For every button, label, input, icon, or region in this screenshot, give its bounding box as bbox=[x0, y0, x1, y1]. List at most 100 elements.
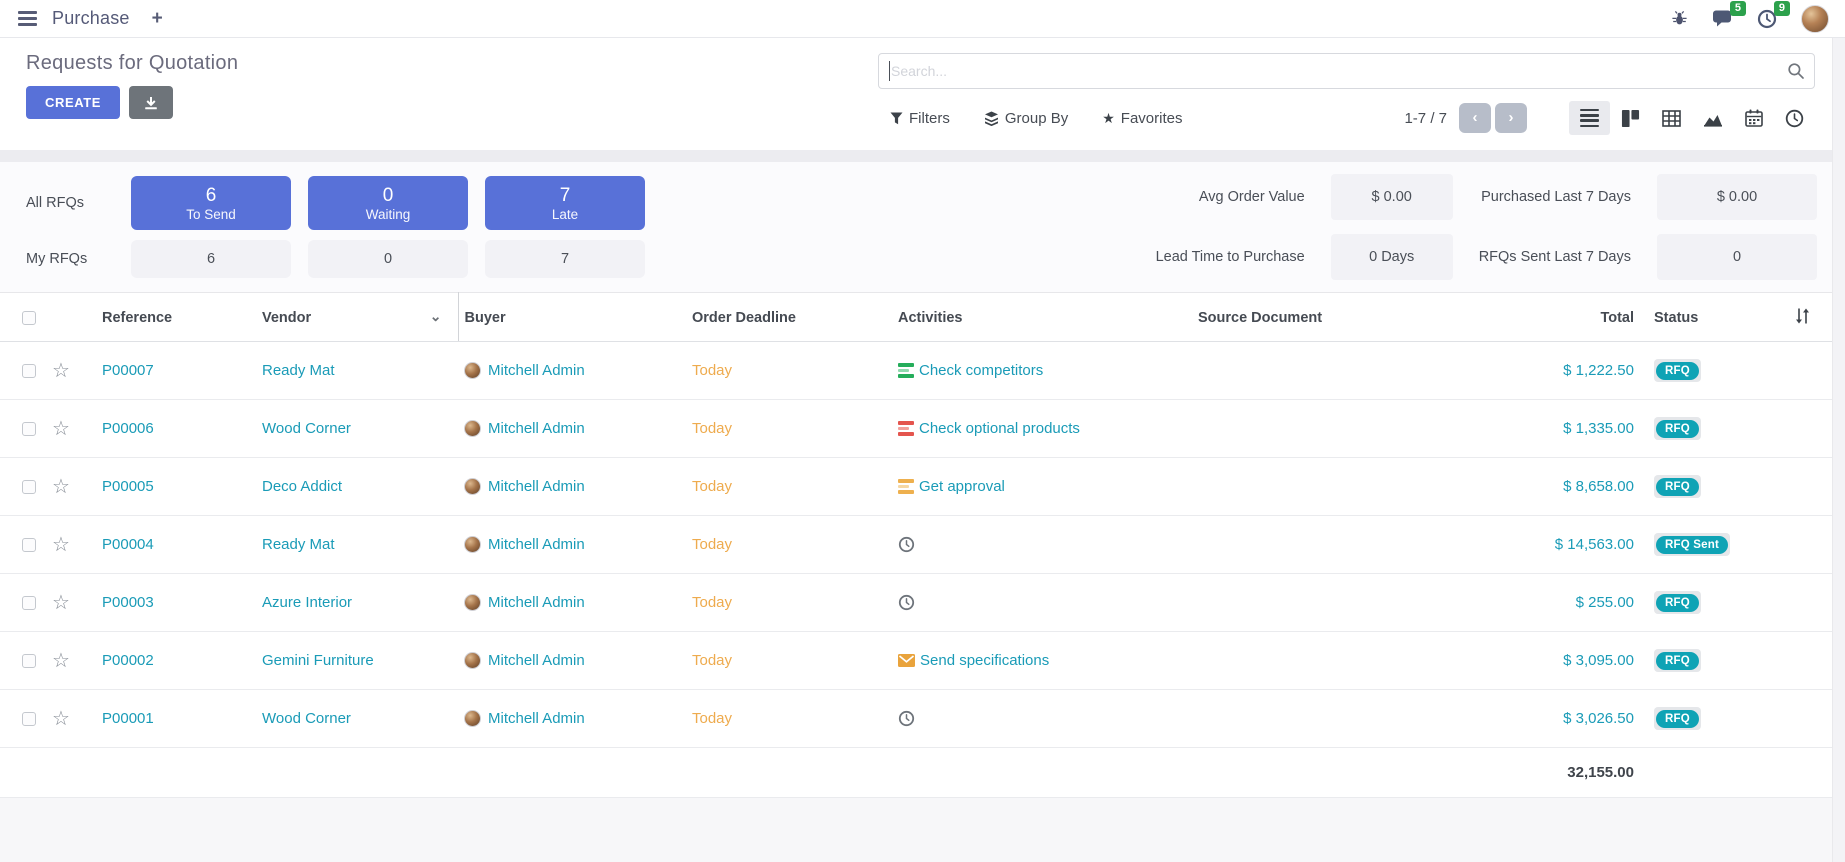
all-rfqs-label[interactable]: All RFQs bbox=[26, 195, 114, 211]
row-checkbox[interactable] bbox=[22, 712, 36, 726]
vertical-scrollbar[interactable] bbox=[1832, 38, 1845, 862]
favorite-star-icon[interactable] bbox=[52, 654, 70, 671]
favorite-star-icon[interactable] bbox=[52, 596, 70, 613]
calendar-view-button[interactable] bbox=[1733, 101, 1774, 135]
reference-link[interactable]: P00007 bbox=[102, 362, 154, 379]
table-row[interactable]: P00006 Wood Corner Mitchell Admin Today … bbox=[0, 400, 1845, 458]
group-by-button[interactable]: Group By bbox=[984, 110, 1068, 127]
list-view-button[interactable] bbox=[1569, 101, 1610, 135]
favorites-button[interactable]: ★ Favorites bbox=[1102, 110, 1182, 127]
activity-icon[interactable] bbox=[898, 421, 914, 435]
activity-icon[interactable] bbox=[898, 479, 914, 493]
activity-icon[interactable] bbox=[898, 536, 915, 553]
my-to-send-card[interactable]: 6 bbox=[131, 240, 291, 278]
select-all-checkbox[interactable] bbox=[22, 311, 36, 325]
buyer-link[interactable]: Mitchell Admin bbox=[488, 536, 585, 553]
row-checkbox[interactable] bbox=[22, 596, 36, 610]
plus-icon[interactable]: + bbox=[152, 8, 163, 30]
app-name[interactable]: Purchase bbox=[52, 8, 130, 29]
reference-link[interactable]: P00002 bbox=[102, 652, 154, 669]
messages-icon[interactable]: 5 bbox=[1712, 9, 1733, 28]
buyer-link[interactable]: Mitchell Admin bbox=[488, 710, 585, 727]
pager-next-button[interactable]: › bbox=[1495, 103, 1527, 133]
column-header-reference[interactable]: Reference bbox=[96, 293, 256, 342]
purchase-dashboard: All RFQs 6 To Send 0 Waiting 7 Late My R… bbox=[0, 162, 1845, 292]
kanban-view-button[interactable] bbox=[1610, 101, 1651, 135]
export-button[interactable] bbox=[129, 86, 173, 119]
activity-clock-icon[interactable]: 9 bbox=[1757, 9, 1777, 29]
graph-view-button[interactable] bbox=[1692, 101, 1733, 135]
filters-button[interactable]: Filters bbox=[890, 110, 950, 127]
favorite-star-icon[interactable] bbox=[52, 422, 70, 439]
vendor-link[interactable]: Azure Interior bbox=[262, 594, 352, 611]
vendor-link[interactable]: Deco Addict bbox=[262, 478, 342, 495]
favorite-star-icon[interactable] bbox=[52, 712, 70, 729]
pager-previous-button[interactable]: ‹ bbox=[1459, 103, 1491, 133]
activity-label[interactable]: Check competitors bbox=[919, 362, 1043, 379]
column-header-buyer[interactable]: Buyer bbox=[458, 293, 686, 342]
column-header-total[interactable]: Total bbox=[1508, 293, 1640, 342]
search-input[interactable] bbox=[878, 53, 1815, 89]
reference-link[interactable]: P00004 bbox=[102, 536, 154, 553]
favorite-star-icon[interactable] bbox=[52, 480, 70, 497]
reference-link[interactable]: P00001 bbox=[102, 710, 154, 727]
activity-icon[interactable] bbox=[898, 710, 915, 727]
create-button[interactable]: CREATE bbox=[26, 86, 120, 119]
vendor-link[interactable]: Ready Mat bbox=[262, 536, 335, 553]
my-late-card[interactable]: 7 bbox=[485, 240, 645, 278]
activity-label[interactable]: Send specifications bbox=[920, 652, 1049, 669]
column-header-activities[interactable]: Activities bbox=[892, 293, 1192, 342]
vendor-link[interactable]: Ready Mat bbox=[262, 362, 335, 379]
late-card[interactable]: 7 Late bbox=[485, 176, 645, 230]
apps-menu-icon[interactable] bbox=[18, 11, 37, 26]
column-header-source-document[interactable]: Source Document bbox=[1192, 293, 1508, 342]
row-checkbox[interactable] bbox=[22, 654, 36, 668]
column-header-status[interactable]: Status bbox=[1640, 293, 1760, 342]
row-checkbox[interactable] bbox=[22, 364, 36, 378]
activity-label[interactable]: Check optional products bbox=[919, 420, 1080, 437]
row-checkbox[interactable] bbox=[22, 480, 36, 494]
activity-icon[interactable] bbox=[898, 594, 915, 611]
search-icon[interactable] bbox=[1787, 62, 1805, 85]
buyer-link[interactable]: Mitchell Admin bbox=[488, 478, 585, 495]
activity-icon[interactable] bbox=[898, 363, 914, 377]
my-rfqs-label[interactable]: My RFQs bbox=[26, 251, 114, 267]
bug-icon[interactable] bbox=[1671, 10, 1688, 27]
column-header-vendor[interactable]: Vendor⌄ bbox=[256, 293, 458, 342]
waiting-card[interactable]: 0 Waiting bbox=[308, 176, 468, 230]
favorite-star-icon[interactable] bbox=[52, 364, 70, 381]
optional-columns-icon[interactable] bbox=[1795, 312, 1810, 328]
activity-label[interactable]: Get approval bbox=[919, 478, 1005, 495]
buyer-link[interactable]: Mitchell Admin bbox=[488, 652, 585, 669]
activity-icon[interactable] bbox=[898, 654, 915, 667]
table-row[interactable]: P00004 Ready Mat Mitchell Admin Today $ … bbox=[0, 516, 1845, 574]
vendor-link[interactable]: Wood Corner bbox=[262, 420, 351, 437]
table-row[interactable]: P00007 Ready Mat Mitchell Admin Today Ch… bbox=[0, 342, 1845, 400]
buyer-link[interactable]: Mitchell Admin bbox=[488, 362, 585, 379]
vendor-link[interactable]: Gemini Furniture bbox=[262, 652, 374, 669]
pivot-view-button[interactable] bbox=[1651, 101, 1692, 135]
reference-link[interactable]: P00003 bbox=[102, 594, 154, 611]
my-waiting-card[interactable]: 0 bbox=[308, 240, 468, 278]
kpi-lead-time-label: Lead Time to Purchase bbox=[1156, 249, 1305, 265]
pager: 1-7 / 7 ‹ › bbox=[1404, 103, 1527, 133]
buyer-link[interactable]: Mitchell Admin bbox=[488, 420, 585, 437]
action-buttons: CREATE bbox=[26, 86, 173, 119]
vendor-link[interactable]: Wood Corner bbox=[262, 710, 351, 727]
row-checkbox[interactable] bbox=[22, 538, 36, 552]
table-row[interactable]: P00003 Azure Interior Mitchell Admin Tod… bbox=[0, 574, 1845, 632]
favorite-star-icon[interactable] bbox=[52, 538, 70, 555]
table-row[interactable]: P00001 Wood Corner Mitchell Admin Today … bbox=[0, 690, 1845, 748]
user-avatar[interactable] bbox=[1801, 5, 1829, 33]
table-row[interactable]: P00002 Gemini Furniture Mitchell Admin T… bbox=[0, 632, 1845, 690]
to-send-card[interactable]: 6 To Send bbox=[131, 176, 291, 230]
reference-link[interactable]: P00005 bbox=[102, 478, 154, 495]
column-header-order-deadline[interactable]: Order Deadline bbox=[686, 293, 892, 342]
activity-view-button[interactable] bbox=[1774, 101, 1815, 135]
table-row[interactable]: P00005 Deco Addict Mitchell Admin Today … bbox=[0, 458, 1845, 516]
reference-link[interactable]: P00006 bbox=[102, 420, 154, 437]
buyer-link[interactable]: Mitchell Admin bbox=[488, 594, 585, 611]
row-checkbox[interactable] bbox=[22, 422, 36, 436]
buyer-avatar bbox=[464, 710, 481, 727]
kpi-rfqs-sent-7d: 0 bbox=[1657, 234, 1817, 280]
